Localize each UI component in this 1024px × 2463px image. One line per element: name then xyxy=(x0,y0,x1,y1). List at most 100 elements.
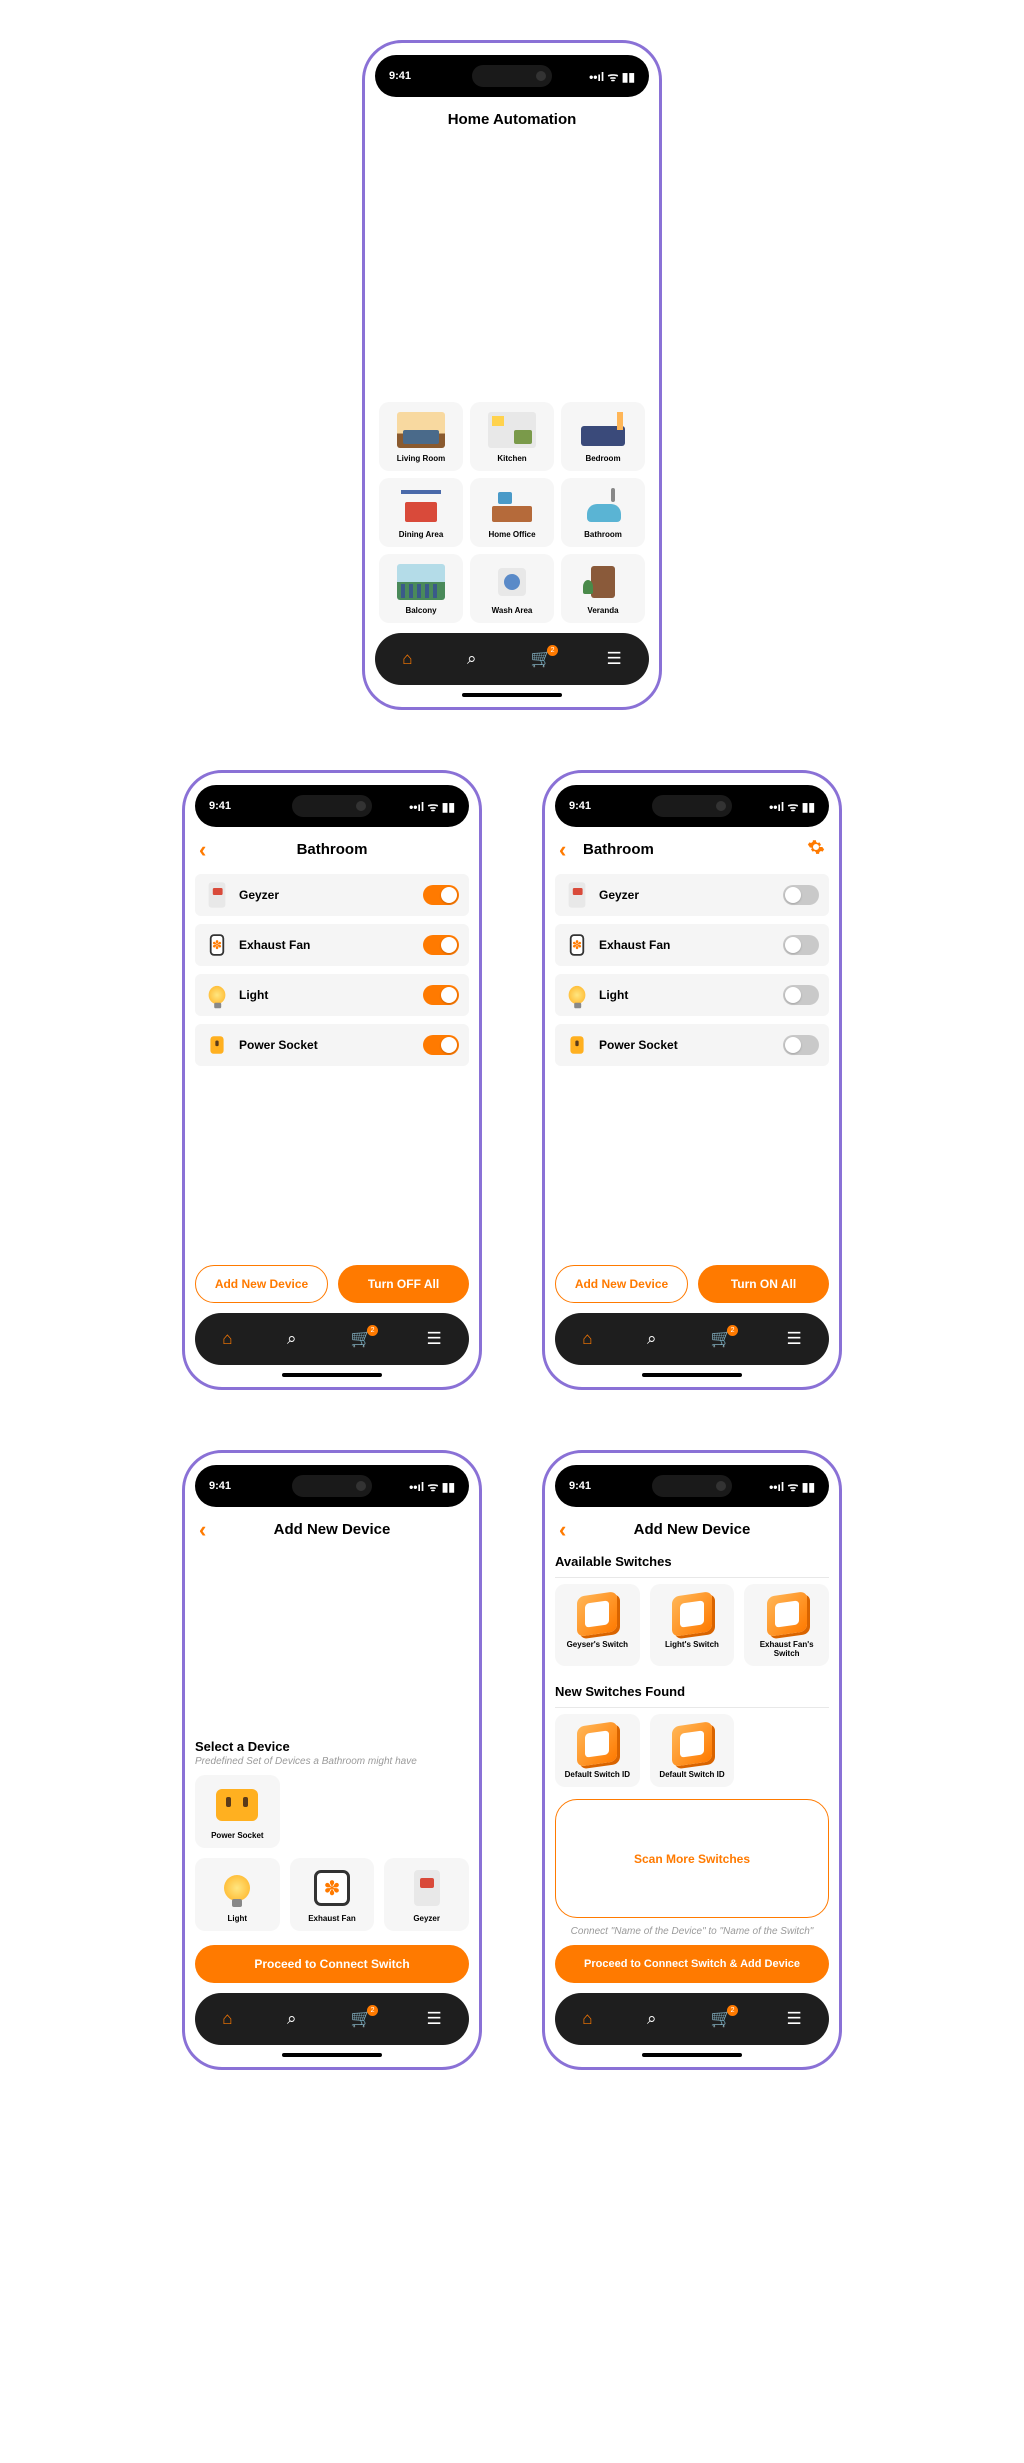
proceed-add-device-button[interactable]: Proceed to Connect Switch & Add Device xyxy=(555,1945,829,1983)
device-toggle[interactable] xyxy=(423,935,459,955)
device-toggle[interactable] xyxy=(783,935,819,955)
back-button[interactable]: ‹ xyxy=(559,837,566,863)
device-tile-geyzer[interactable]: Geyzer xyxy=(384,1858,469,1931)
nav-home-icon[interactable]: ⌂ xyxy=(402,649,412,669)
device-toggle[interactable] xyxy=(783,985,819,1005)
device-name: Exhaust Fan xyxy=(239,938,413,952)
back-button[interactable]: ‹ xyxy=(199,1517,206,1543)
tile-label: Light xyxy=(228,1914,248,1923)
nav-cart-icon[interactable]: 🛒2 xyxy=(711,2009,732,2029)
header: ‹ Add New Device xyxy=(555,1507,829,1548)
nav-home-icon[interactable]: ⌂ xyxy=(222,2009,232,2029)
room-tile-dining[interactable]: Dining Area xyxy=(379,478,463,547)
switch-icon xyxy=(765,1594,809,1634)
status-indicators: ••ıl ᯤ ▮▮ xyxy=(409,1478,455,1495)
device-tile-exhaust-fan[interactable]: Exhaust Fan xyxy=(290,1858,375,1931)
room-tile-veranda[interactable]: Veranda xyxy=(561,554,645,623)
room-illustration xyxy=(488,488,536,524)
device-row: Light xyxy=(555,974,829,1016)
room-illustration xyxy=(488,412,536,448)
device-row: Exhaust Fan xyxy=(555,924,829,966)
device-row: Power Socket xyxy=(555,1024,829,1066)
nav-cart-icon[interactable]: 🛒2 xyxy=(531,649,552,669)
nav-home-icon[interactable]: ⌂ xyxy=(582,1329,592,1349)
device-row: Exhaust Fan xyxy=(195,924,469,966)
home-indicator[interactable] xyxy=(462,693,562,697)
nav-search-icon[interactable]: ⌕ xyxy=(647,1329,657,1349)
status-indicators: ••ıl ᯤ ▮▮ xyxy=(769,1478,815,1495)
device-toggle[interactable] xyxy=(423,1035,459,1055)
nav-menu-icon[interactable]: ☰ xyxy=(787,2009,802,2029)
scan-more-switches-button[interactable]: Scan More Switches xyxy=(555,1799,829,1918)
page-title: Add New Device xyxy=(274,1521,391,1538)
device-name: Geyzer xyxy=(599,888,773,902)
nav-search-icon[interactable]: ⌕ xyxy=(287,2009,297,2029)
screen-bathroom-off: 9:41 ••ıl ᯤ ▮▮ ‹ Bathroom GeyzerExhaust … xyxy=(542,770,842,1390)
nav-cart-icon[interactable]: 🛒2 xyxy=(351,2009,372,2029)
device-toggle[interactable] xyxy=(783,1035,819,1055)
room-label: Living Room xyxy=(397,454,445,463)
device-name: Power Socket xyxy=(239,1038,413,1052)
room-tile-bedroom[interactable]: Bedroom xyxy=(561,402,645,471)
tile-label: Exhaust Fan xyxy=(308,1914,356,1923)
room-illustration xyxy=(397,412,445,448)
home-indicator[interactable] xyxy=(642,1373,742,1377)
room-tile-office[interactable]: Home Office xyxy=(470,478,554,547)
nav-menu-icon[interactable]: ☰ xyxy=(427,2009,442,2029)
add-new-device-button[interactable]: Add New Device xyxy=(555,1265,688,1303)
nav-menu-icon[interactable]: ☰ xyxy=(427,1329,442,1349)
device-icon xyxy=(205,933,229,957)
notch-pill xyxy=(472,65,552,87)
room-tile-kitchen[interactable]: Kitchen xyxy=(470,402,554,471)
add-new-device-button[interactable]: Add New Device xyxy=(195,1265,328,1303)
device-tile-power-socket[interactable]: Power Socket xyxy=(195,1775,280,1848)
device-row: Power Socket xyxy=(195,1024,469,1066)
device-toggle[interactable] xyxy=(423,985,459,1005)
nav-home-icon[interactable]: ⌂ xyxy=(222,1329,232,1349)
switch-tile[interactable]: Light's Switch xyxy=(650,1584,735,1666)
back-button[interactable]: ‹ xyxy=(559,1517,566,1543)
room-label: Balcony xyxy=(405,606,436,615)
room-label: Veranda xyxy=(587,606,618,615)
back-button[interactable]: ‹ xyxy=(199,837,206,863)
nav-cart-icon[interactable]: 🛒2 xyxy=(351,1329,372,1349)
notch-pill xyxy=(652,1475,732,1497)
room-tile-living[interactable]: Living Room xyxy=(379,402,463,471)
turn-on-all-button[interactable]: Turn ON All xyxy=(698,1265,829,1303)
home-indicator[interactable] xyxy=(282,2053,382,2057)
nav-menu-icon[interactable]: ☰ xyxy=(607,649,622,669)
nav-search-icon[interactable]: ⌕ xyxy=(467,649,477,669)
device-toggle[interactable] xyxy=(783,885,819,905)
device-name: Light xyxy=(239,988,413,1002)
settings-button[interactable] xyxy=(807,838,825,861)
cart-badge: 2 xyxy=(547,645,558,656)
room-label: Kitchen xyxy=(497,454,526,463)
room-tile-wash[interactable]: Wash Area xyxy=(470,554,554,623)
switch-tile[interactable]: Geyser's Switch xyxy=(555,1584,640,1666)
switch-label: Geyser's Switch xyxy=(567,1640,629,1649)
device-toggle[interactable] xyxy=(423,885,459,905)
switch-tile[interactable]: Default Switch ID xyxy=(650,1714,735,1787)
tile-label: Geyzer xyxy=(413,1914,440,1923)
proceed-connect-switch-button[interactable]: Proceed to Connect Switch xyxy=(195,1945,469,1983)
status-bar: 9:41 ••ıl ᯤ ▮▮ xyxy=(195,1465,469,1507)
room-tile-bath[interactable]: Bathroom xyxy=(561,478,645,547)
device-tile-light[interactable]: Light xyxy=(195,1858,280,1931)
nav-cart-icon[interactable]: 🛒2 xyxy=(711,1329,732,1349)
screen-home-automation: 9:41 ••ıl ᯤ ▮▮ Home Automation Living Ro… xyxy=(362,40,662,710)
switch-tile[interactable]: Default Switch ID xyxy=(555,1714,640,1787)
nav-search-icon[interactable]: ⌕ xyxy=(647,2009,657,2029)
home-indicator[interactable] xyxy=(282,1373,382,1377)
nav-search-icon[interactable]: ⌕ xyxy=(287,1329,297,1349)
status-time: 9:41 xyxy=(209,1480,231,1492)
switch-tile[interactable]: Exhaust Fan's Switch xyxy=(744,1584,829,1666)
switch-icon xyxy=(670,1724,714,1764)
home-indicator[interactable] xyxy=(642,2053,742,2057)
room-illustration xyxy=(579,412,627,448)
turn-off-all-button[interactable]: Turn OFF All xyxy=(338,1265,469,1303)
nav-menu-icon[interactable]: ☰ xyxy=(787,1329,802,1349)
switch-label: Exhaust Fan's Switch xyxy=(748,1640,825,1658)
nav-home-icon[interactable]: ⌂ xyxy=(582,2009,592,2029)
room-tile-balcony[interactable]: Balcony xyxy=(379,554,463,623)
page-title: Bathroom xyxy=(583,841,654,858)
